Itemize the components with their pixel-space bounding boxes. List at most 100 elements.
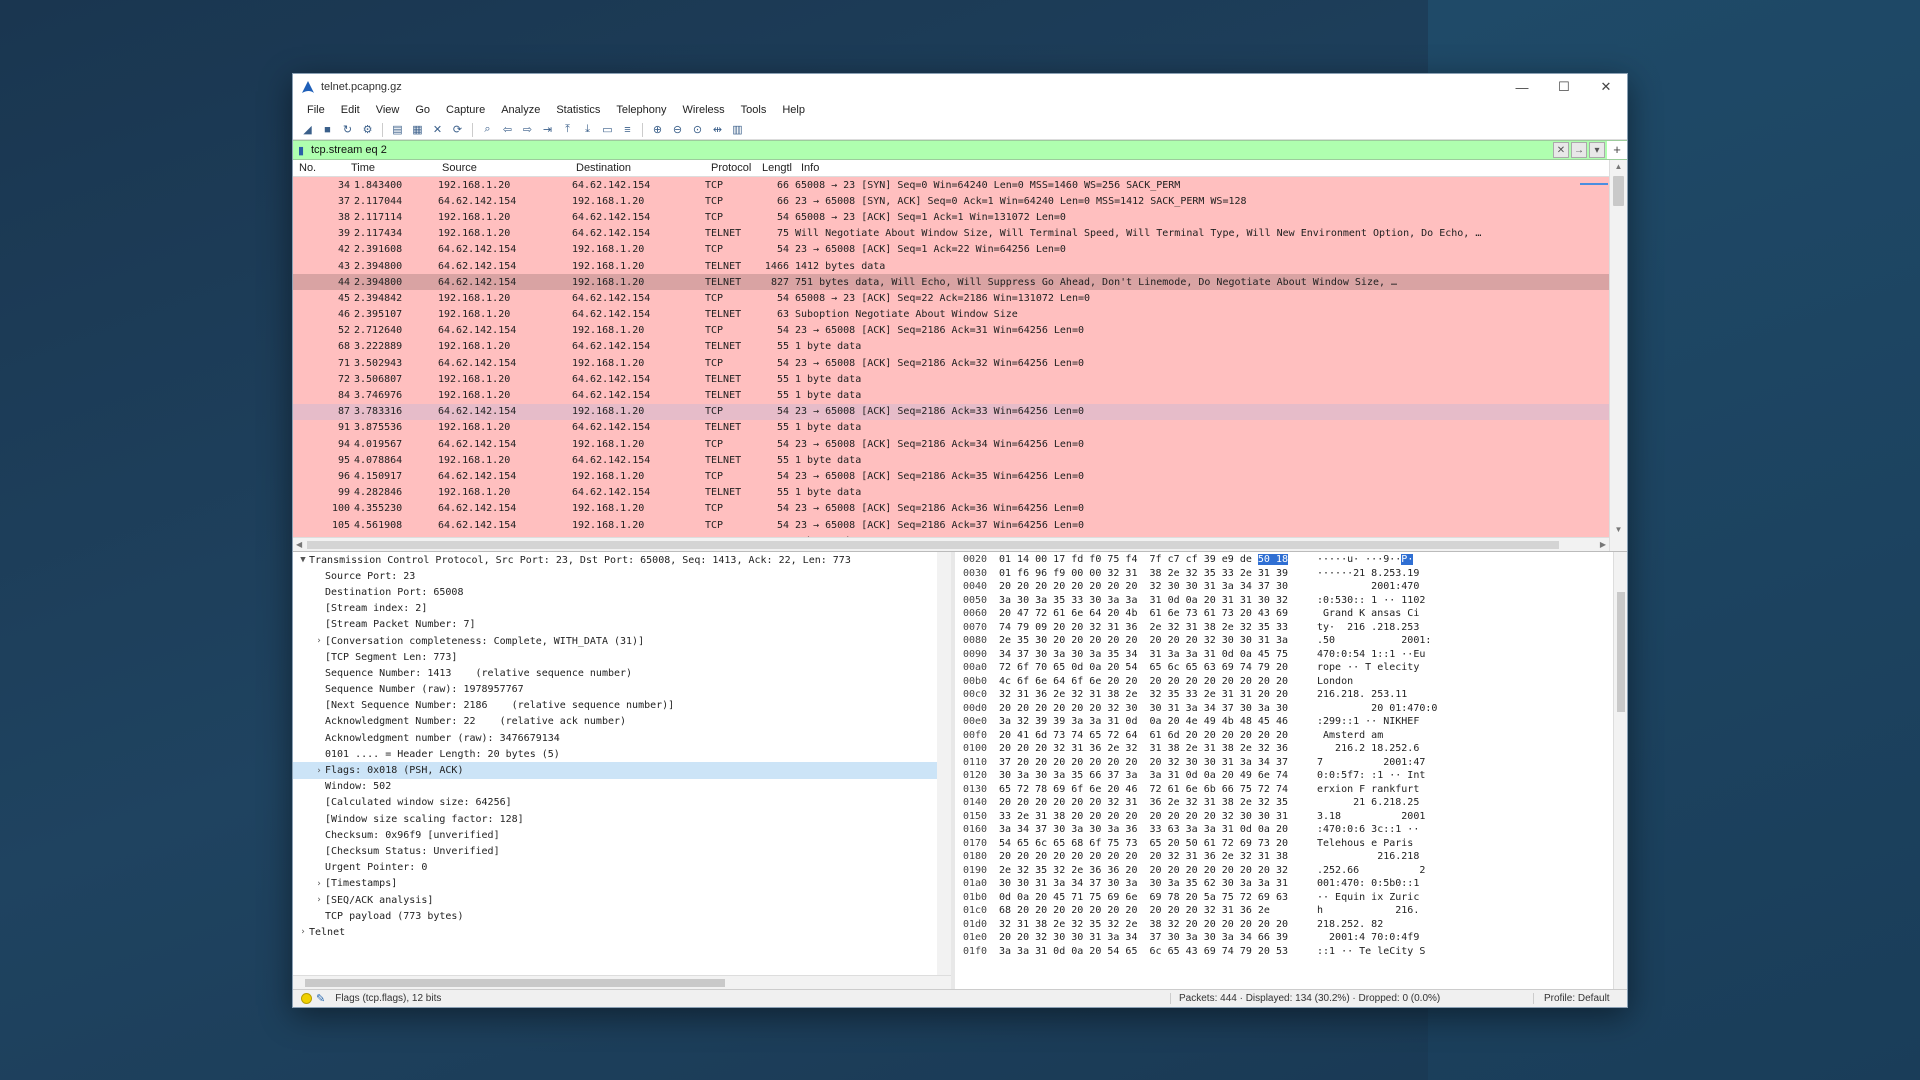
go-to-packet-icon[interactable]: ⇥	[539, 122, 556, 138]
details-vscrollbar[interactable]	[937, 552, 951, 975]
detail-tree-item[interactable]: [TCP Segment Len: 773]	[293, 649, 951, 665]
detail-tree-item[interactable]: [Calculated window size: 64256]	[293, 795, 951, 811]
hex-bytes[interactable]: 2e 35 30 20 20 20 20 20 20 20 20 32 30 3…	[999, 635, 1317, 646]
minimize-button[interactable]: —	[1501, 74, 1543, 100]
hex-row[interactable]: 00c0 32 31 36 2e 32 31 38 2e 32 35 33 2e …	[963, 688, 1627, 702]
hex-bytes[interactable]: 20 20 32 30 30 31 3a 34 37 30 3a 30 3a 3…	[999, 932, 1317, 943]
packet-row[interactable]: 44 2.394800 64.62.142.154 192.168.1.20 TELNE…	[293, 274, 1609, 291]
detail-tree-item[interactable]: Destination Port: 65008	[293, 584, 951, 600]
hex-bytes[interactable]: 32 31 36 2e 32 31 38 2e 32 35 33 2e 31 3…	[999, 689, 1317, 700]
filter-bookmark-icon[interactable]: ▮	[293, 141, 309, 159]
hex-row[interactable]: 00d0 20 20 20 20 20 20 32 30 30 31 3a 34 …	[963, 702, 1627, 716]
menu-item-analyze[interactable]: Analyze	[493, 104, 548, 116]
expand-arrow-icon[interactable]: ›	[297, 927, 309, 937]
hex-bytes[interactable]: 30 3a 30 3a 35 66 37 3a 3a 31 0d 0a 20 4…	[999, 770, 1317, 781]
hex-ascii[interactable]: 3.18 2001	[1317, 811, 1427, 822]
hex-bytes[interactable]: 3a 32 39 39 3a 3a 31 0d 0a 20 4e 49 4b 4…	[999, 716, 1317, 727]
menu-item-view[interactable]: View	[368, 104, 408, 116]
hex-bytes[interactable]: 3a 3a 31 0d 0a 20 54 65 6c 65 43 69 74 7…	[999, 946, 1317, 957]
scroll-up-icon[interactable]: ▲	[1610, 160, 1627, 174]
close-file-icon[interactable]: ✕	[429, 122, 446, 138]
detail-tree-item[interactable]: › [Timestamps]	[293, 876, 951, 892]
menu-item-file[interactable]: File	[299, 104, 333, 116]
packet-row[interactable]: 68 3.222889 192.168.1.20 64.62.142.154 TELNE…	[293, 338, 1609, 356]
start-capture-icon[interactable]: ◢	[299, 122, 316, 138]
expand-arrow-icon[interactable]: ▼	[297, 555, 309, 565]
packet-row[interactable]: 84 3.746976 192.168.1.20 64.62.142.154 TELNE…	[293, 387, 1609, 404]
reload-file-icon[interactable]: ⟳	[449, 122, 466, 138]
hex-bytes[interactable]: 20 47 72 61 6e 64 20 4b 61 6e 73 61 73 2…	[999, 608, 1317, 619]
colorize-icon[interactable]: ≡	[619, 122, 636, 138]
hex-ascii[interactable]: .50 2001:	[1317, 635, 1431, 646]
hex-row[interactable]: 0110 37 20 20 20 20 20 20 20 20 32 30 30 …	[963, 756, 1627, 770]
hex-ascii[interactable]: Grand K ansas Ci	[1317, 608, 1427, 619]
hex-ascii[interactable]: .252.66 2	[1317, 865, 1427, 876]
hex-row[interactable]: 0060 20 47 72 61 6e 64 20 4b 61 6e 73 61 …	[963, 607, 1627, 621]
packet-row[interactable]: 39 2.117434 192.168.1.20 64.62.142.154 TELNE…	[293, 225, 1609, 242]
hex-ascii[interactable]: 20 01:470:0	[1317, 703, 1437, 714]
hex-row[interactable]: 00f0 20 41 6d 73 74 65 72 64 61 6d 20 20 …	[963, 729, 1627, 743]
packet-row[interactable]: 72 3.506807 192.168.1.20 64.62.142.154 TELNE…	[293, 371, 1609, 388]
go-last-icon[interactable]: ⤓	[579, 122, 596, 138]
packet-row[interactable]: 99 4.282846 192.168.1.20 64.62.142.154 TELNE…	[293, 484, 1609, 501]
hex-ascii[interactable]: 470:0:54 1::1 ··Eu	[1317, 649, 1427, 660]
hex-bytes[interactable]: 0d 0a 20 45 71 75 69 6e 69 78 20 5a 75 7…	[999, 892, 1317, 903]
hex-row[interactable]: 0140 20 20 20 20 20 20 32 31 36 2e 32 31 …	[963, 796, 1627, 810]
hex-ascii[interactable]: 0:0:5f7: :1 ·· Int	[1317, 770, 1427, 781]
detail-tree-item[interactable]: › [Conversation completeness: Complete, W…	[293, 633, 951, 649]
hex-row[interactable]: 00e0 3a 32 39 39 3a 3a 31 0d 0a 20 4e 49 …	[963, 715, 1627, 729]
hex-ascii[interactable]: 21 6.218.25	[1317, 797, 1427, 808]
menu-item-tools[interactable]: Tools	[733, 104, 775, 116]
hex-row[interactable]: 01f0 3a 3a 31 0d 0a 20 54 65 6c 65 43 69 …	[963, 945, 1627, 959]
maximize-button[interactable]: ☐	[1543, 74, 1585, 100]
hex-bytes-selected[interactable]: 50 18	[1257, 554, 1288, 566]
detail-tree-item[interactable]: › Telnet	[293, 924, 951, 940]
hex-ascii[interactable]: Amsterd am	[1317, 730, 1427, 741]
scroll-left-icon[interactable]: ◀	[296, 540, 302, 549]
column-header-length[interactable]: Lengtl	[756, 162, 795, 174]
menu-item-go[interactable]: Go	[407, 104, 438, 116]
stop-capture-icon[interactable]: ■	[319, 122, 336, 138]
packet-row[interactable]: 100 4.355230 64.62.142.154 192.168.1.20 TCP 5…	[293, 500, 1609, 517]
hex-row[interactable]: 00a0 72 6f 70 65 0d 0a 20 54 65 6c 65 63 …	[963, 661, 1627, 675]
hex-ascii[interactable]: ······21 8.253.19	[1317, 568, 1427, 579]
hex-ascii[interactable]: London	[1317, 676, 1427, 687]
go-forward-icon[interactable]: ⇨	[519, 122, 536, 138]
detail-tree-item[interactable]: [Stream index: 2]	[293, 601, 951, 617]
hex-ascii[interactable]: 2001:4 70:0:4f9	[1317, 932, 1427, 943]
hex-bytes[interactable]: 20 20 20 20 20 20 20 20 20 32 31 36 2e 3…	[999, 851, 1317, 862]
find-packet-icon[interactable]: ⌕	[479, 122, 496, 138]
hex-row[interactable]: 01c0 68 20 20 20 20 20 20 20 20 20 20 32 …	[963, 904, 1627, 918]
hex-ascii[interactable]: 7 2001:47	[1317, 757, 1427, 768]
packet-row[interactable]: 87 3.783316 64.62.142.154 192.168.1.20 TCP 54…	[293, 403, 1609, 420]
restart-capture-icon[interactable]: ↻	[339, 122, 356, 138]
packet-row[interactable]: 42 2.391608 64.62.142.154 192.168.1.20 TCP 54…	[293, 241, 1609, 258]
details-hscrollbar[interactable]	[293, 975, 951, 989]
hex-row[interactable]: 01d0 32 31 38 2e 32 35 32 2e 38 32 20 20 …	[963, 918, 1627, 932]
add-filter-button-icon[interactable]: +	[1607, 141, 1627, 159]
hex-row[interactable]: 0160 3a 34 37 30 3a 30 3a 36 33 63 3a 3a …	[963, 823, 1627, 837]
hscroll-thumb[interactable]	[307, 541, 1559, 549]
hex-ascii[interactable]: h 216.	[1317, 905, 1427, 916]
hex-ascii[interactable]: :0:530:: 1 ·· 1102	[1317, 595, 1427, 606]
detail-tree-item[interactable]: TCP payload (773 bytes)	[293, 908, 951, 924]
packet-row[interactable]: 94 4.019567 64.62.142.154 192.168.1.20 TCP 54…	[293, 436, 1609, 453]
hex-ascii[interactable]: 216.2 18.252.6	[1317, 743, 1427, 754]
detail-tree-item[interactable]: Acknowledgment Number: 22 (relative ack …	[293, 714, 951, 730]
hex-bytes[interactable]: 20 20 20 20 20 20 20 20 32 30 30 31 3a 3…	[999, 581, 1317, 592]
detail-tree-item[interactable]: [Window size scaling factor: 128]	[293, 811, 951, 827]
detail-tree-item[interactable]: 0101 .... = Header Length: 20 bytes (5)	[293, 746, 951, 762]
apply-filter-icon[interactable]: →	[1571, 142, 1587, 158]
hex-bytes[interactable]: 4c 6f 6e 64 6f 6e 20 20 20 20 20 20 20 2…	[999, 676, 1317, 687]
hex-ascii[interactable]: 216.218. 253.11	[1317, 689, 1427, 700]
hex-row[interactable]: 0040 20 20 20 20 20 20 20 20 32 30 30 31 …	[963, 580, 1627, 594]
zoom-normal-icon[interactable]: ⊙	[689, 122, 706, 138]
hex-bytes[interactable]: 01 14 00 17 fd f0 75 f4 7f c7 cf 39 e9 d…	[999, 554, 1317, 566]
menu-item-capture[interactable]: Capture	[438, 104, 493, 116]
hex-bytes[interactable]: 3a 30 3a 35 33 30 3a 3a 31 0d 0a 20 31 3…	[999, 595, 1317, 606]
hex-ascii[interactable]: 218.252. 82	[1317, 919, 1427, 930]
detail-tree-item[interactable]: Checksum: 0x96f9 [unverified]	[293, 827, 951, 843]
layout-icon[interactable]: ▥	[729, 122, 746, 138]
packet-list-hscrollbar[interactable]: ◀ ▶	[293, 537, 1609, 551]
menu-item-statistics[interactable]: Statistics	[548, 104, 608, 116]
